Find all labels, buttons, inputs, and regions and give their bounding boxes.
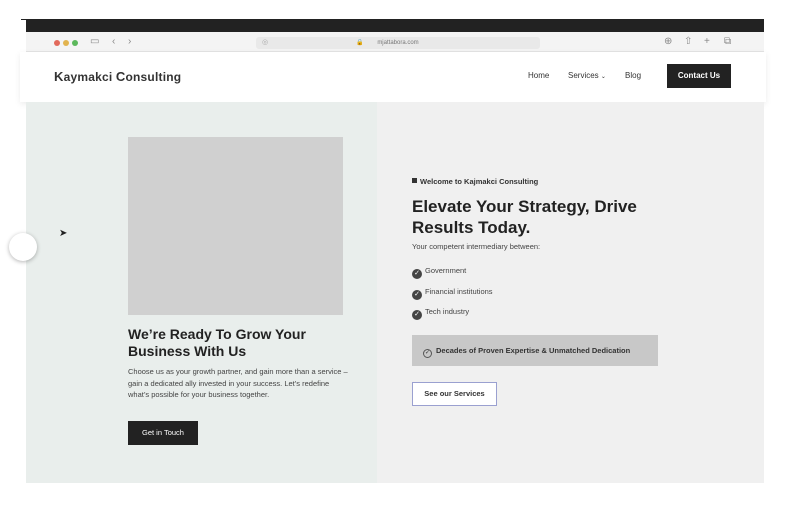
- browser-toolbar: ▭ ‹ › ◎ 🔒 mjattabora.com ⊕ ⇧ + ⧉: [26, 32, 764, 52]
- address-bar[interactable]: ◎ 🔒 mjattabora.com: [256, 37, 540, 49]
- window-titlebar: [26, 19, 764, 32]
- list-item-label: Tech industry: [425, 307, 470, 316]
- expertise-banner: ✓ Decades of Proven Expertise & Unmatched…: [412, 335, 658, 366]
- new-tab-icon[interactable]: +: [704, 37, 710, 47]
- close-window-button[interactable]: [54, 40, 60, 46]
- list-item-label: Government: [425, 266, 467, 275]
- list-item: ✓ Financial institutions: [412, 287, 493, 300]
- share-icon[interactable]: ⇧: [684, 37, 692, 47]
- screenshot-stage: ▭ ‹ › ◎ 🔒 mjattabora.com ⊕ ⇧ + ⧉ Kaymakc…: [0, 0, 800, 505]
- site-header: Kaymakci Consulting Home Services ⌄ Blog…: [20, 52, 766, 102]
- check-circle-icon: ✓: [412, 269, 422, 279]
- see-our-services-button[interactable]: See our Services: [412, 382, 497, 406]
- nav-services-menu[interactable]: Services ⌄: [568, 71, 606, 80]
- list-item-label: Financial institutions: [425, 287, 493, 296]
- logo-letter-c: C: [115, 69, 126, 84]
- contact-us-button[interactable]: Contact Us: [667, 64, 731, 88]
- welcome-prefix: Welcome to: [420, 177, 465, 186]
- nav-home-link[interactable]: Home: [528, 71, 549, 80]
- welcome-brand: Kajmakci Consulting: [464, 177, 539, 186]
- logo-text-2: onsulting: [125, 70, 182, 84]
- back-icon[interactable]: ‹: [112, 37, 115, 47]
- grow-heading: We’re Ready To Grow Your Business With U…: [128, 326, 306, 359]
- hero-subtitle: Your competent intermediary between:: [412, 242, 541, 251]
- compare-slider-handle[interactable]: [9, 233, 37, 261]
- list-item: ✓ Government: [412, 266, 466, 279]
- tab-overview-icon[interactable]: ⧉: [724, 37, 731, 47]
- sidebar-toggle-icon[interactable]: ▭: [90, 37, 99, 47]
- maximize-window-button[interactable]: [72, 40, 78, 46]
- nav-services-label: Services: [568, 71, 599, 80]
- pointer-cursor-icon: ➤: [59, 228, 68, 239]
- forward-icon[interactable]: ›: [128, 37, 131, 47]
- square-bullet-icon: [412, 178, 417, 183]
- site-logo[interactable]: Kaymakci Consulting: [54, 69, 181, 84]
- check-circle-icon: ✓: [412, 290, 422, 300]
- hero-headline: Elevate Your Strategy, Drive Results Tod…: [412, 197, 637, 237]
- get-in-touch-button[interactable]: Get in Touch: [128, 421, 198, 445]
- logo-letter-k: K: [54, 69, 64, 84]
- badge-check-icon: ✓: [423, 349, 432, 358]
- logo-text-1: aymakci: [63, 70, 116, 84]
- check-circle-icon: ✓: [412, 310, 422, 320]
- nav-blog-link[interactable]: Blog: [625, 71, 641, 80]
- hero-image-placeholder: [128, 137, 343, 315]
- chevron-down-icon: ⌄: [600, 74, 606, 80]
- welcome-tagline: Welcome to Kajmakci Consulting: [412, 177, 538, 186]
- list-item: ✓ Tech industry: [412, 307, 469, 320]
- url-text: mjattabora.com: [377, 40, 419, 46]
- grow-description: Choose us as your growth partner, and ga…: [128, 367, 348, 399]
- download-icon[interactable]: ⊕: [664, 37, 672, 47]
- minimize-window-button[interactable]: [63, 40, 69, 46]
- expertise-text: Decades of Proven Expertise & Unmatched …: [436, 346, 631, 355]
